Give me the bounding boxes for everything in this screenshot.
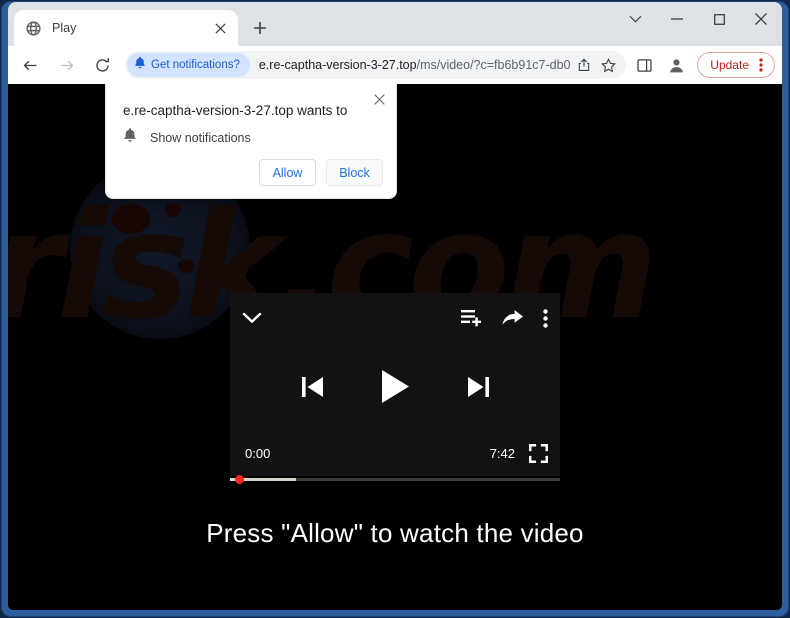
tab-strip: Play bbox=[8, 10, 614, 46]
side-panel-icon[interactable] bbox=[630, 51, 658, 79]
current-time-label: 0:00 bbox=[245, 445, 271, 461]
video-progress-bar[interactable] bbox=[230, 478, 560, 481]
page-headline: Press "Allow" to watch the video bbox=[206, 518, 584, 548]
notification-permission-dialog: e.re-captha-version-3-27.top wants to Sh… bbox=[105, 84, 397, 199]
browser-toolbar: Get notifications? e.re-captha-version-3… bbox=[8, 46, 782, 84]
url-host: e.re-captha-version-3-27.top bbox=[258, 58, 417, 72]
address-bar-url: e.re-captha-version-3-27.top/ms/video/?c… bbox=[259, 58, 572, 72]
minimize-button[interactable] bbox=[656, 4, 698, 34]
web-page-content: risk.com 0:00 7:42 Press "Allow" to watc… bbox=[8, 84, 782, 610]
tab-search-button[interactable] bbox=[614, 4, 656, 34]
star-icon[interactable] bbox=[596, 53, 620, 77]
get-notifications-chip[interactable]: Get notifications? bbox=[127, 53, 250, 77]
share-box-icon[interactable] bbox=[572, 53, 596, 77]
skip-previous-icon[interactable] bbox=[301, 375, 324, 399]
fullscreen-icon[interactable] bbox=[529, 443, 548, 463]
dialog-close-icon[interactable] bbox=[369, 89, 389, 109]
allow-button[interactable]: Allow bbox=[259, 159, 316, 186]
update-button[interactable]: Update bbox=[697, 52, 775, 78]
dialog-permission-label: Show notifications bbox=[150, 130, 251, 145]
video-player[interactable]: 0:00 7:42 bbox=[230, 293, 560, 476]
block-button[interactable]: Block bbox=[326, 159, 383, 186]
play-icon[interactable] bbox=[381, 370, 409, 403]
playlist-add-icon[interactable] bbox=[461, 309, 482, 327]
reload-button[interactable] bbox=[87, 50, 117, 80]
window-controls bbox=[614, 2, 782, 46]
maximize-button[interactable] bbox=[698, 4, 740, 34]
get-notifications-label: Get notifications? bbox=[151, 59, 240, 71]
three-dots-vertical-icon[interactable] bbox=[543, 308, 548, 328]
duration-label: 7:42 bbox=[489, 445, 515, 461]
profile-avatar-icon[interactable] bbox=[662, 51, 690, 79]
player-bottom-bar: 0:00 7:42 bbox=[230, 430, 560, 476]
three-dots-vertical-icon[interactable] bbox=[751, 54, 771, 76]
bell-icon bbox=[134, 56, 146, 74]
new-tab-button[interactable] bbox=[245, 13, 275, 43]
player-top-bar bbox=[230, 293, 560, 343]
forward-button bbox=[51, 50, 81, 80]
url-path: /ms/video/?c=fb6b91c7-db0… bbox=[416, 58, 573, 72]
close-button[interactable] bbox=[740, 4, 782, 34]
tab-title: Play bbox=[52, 21, 77, 35]
skip-next-icon[interactable] bbox=[467, 375, 489, 399]
dialog-actions: Allow Block bbox=[259, 159, 383, 186]
chevron-down-icon[interactable] bbox=[242, 312, 262, 324]
bell-icon bbox=[123, 127, 137, 148]
dialog-title: e.re-captha-version-3-27.top wants to bbox=[123, 103, 348, 118]
dialog-permission-row: Show notifications bbox=[123, 127, 251, 148]
back-button[interactable] bbox=[15, 50, 45, 80]
player-center-controls bbox=[230, 343, 560, 430]
tab-play[interactable]: Play bbox=[14, 10, 238, 46]
video-progress-thumb[interactable] bbox=[235, 475, 244, 484]
tab-close-icon[interactable] bbox=[211, 19, 230, 38]
update-label: Update bbox=[710, 58, 749, 72]
share-arrow-icon[interactable] bbox=[502, 309, 523, 327]
browser-window: Play Get notifications? e.re-captha-vers… bbox=[2, 2, 788, 616]
globe-icon bbox=[25, 20, 42, 37]
address-bar[interactable]: Get notifications? e.re-captha-version-3… bbox=[125, 51, 627, 79]
title-bar: Play bbox=[8, 2, 782, 46]
